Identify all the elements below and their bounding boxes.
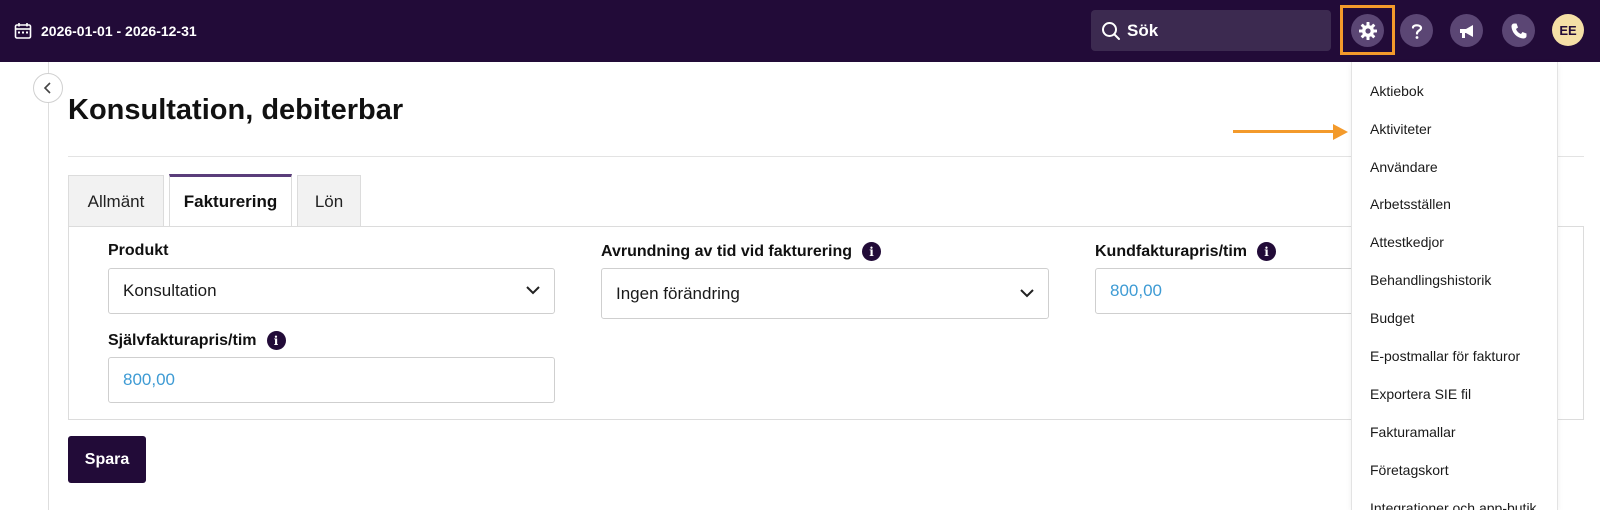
- collapse-sidebar-button[interactable]: [33, 73, 63, 103]
- menu-item-exportera-sie[interactable]: Exportera SIE fil: [1370, 386, 1471, 402]
- search-icon: [1102, 21, 1120, 40]
- top-bar: 2026-01-01 - 2026-12-31 Sök EE: [0, 0, 1600, 62]
- annotation-arrow: [1233, 130, 1337, 133]
- save-button[interactable]: Spara: [68, 436, 146, 483]
- product-value: Konsultation: [123, 281, 217, 300]
- product-label-text: Produkt: [108, 242, 169, 259]
- phone-button[interactable]: [1502, 14, 1535, 47]
- menu-item-attestkedjor[interactable]: Attestkedjor: [1370, 234, 1444, 250]
- help-button[interactable]: [1400, 14, 1433, 47]
- page-title: Konsultation, debiterbar: [68, 94, 404, 126]
- settings-button[interactable]: [1351, 14, 1384, 47]
- menu-item-behandlingshistorik[interactable]: Behandlingshistorik: [1370, 272, 1491, 288]
- menu-item-aktiviteter[interactable]: Aktiviteter: [1370, 121, 1431, 137]
- content-left-border: [48, 62, 49, 510]
- user-avatar[interactable]: EE: [1552, 14, 1584, 46]
- chevron-left-icon: [43, 82, 51, 94]
- search-placeholder: Sök: [1127, 20, 1159, 40]
- chevron-down-icon: [1020, 289, 1034, 298]
- self-price-label-text: Självfakturapris/tim: [108, 331, 257, 349]
- menu-item-fakturamallar[interactable]: Fakturamallar: [1370, 424, 1456, 440]
- rounding-label-text: Avrundning av tid vid fakturering: [601, 242, 852, 260]
- self-price-value: 800,00: [123, 370, 175, 389]
- rounding-label: Avrundning av tid vid fakturering i: [601, 242, 881, 261]
- megaphone-icon: [1459, 24, 1473, 38]
- menu-item-budget[interactable]: Budget: [1370, 310, 1414, 326]
- customer-price-input[interactable]: 800,00: [1095, 268, 1355, 314]
- date-range-label: 2026-01-01 - 2026-12-31: [41, 23, 197, 39]
- gear-icon: [1358, 21, 1377, 40]
- tab-fakturering[interactable]: Fakturering: [169, 174, 292, 227]
- customer-price-label: Kundfakturapris/tim i: [1095, 242, 1277, 261]
- annotation-arrow-head: [1333, 124, 1348, 140]
- customer-price-label-text: Kundfakturapris/tim: [1095, 242, 1248, 260]
- chevron-down-icon: [526, 286, 540, 295]
- self-price-label: Självfakturapris/tim i: [108, 331, 286, 350]
- customer-price-value: 800,00: [1110, 281, 1162, 300]
- announcements-button[interactable]: [1450, 14, 1483, 47]
- menu-item-foretagskort[interactable]: Företagskort: [1370, 462, 1449, 478]
- rounding-value: Ingen förändring: [616, 283, 740, 303]
- menu-item-integrationer[interactable]: Integrationer och app-butik: [1370, 500, 1537, 510]
- menu-item-e-postmallar[interactable]: E-postmallar för fakturor: [1370, 348, 1520, 364]
- tab-allmant[interactable]: Allmänt: [68, 175, 164, 227]
- settings-dropdown-menu: Aktiebok Aktiviteter Användare Arbetsstä…: [1351, 62, 1558, 510]
- menu-item-aktiebok[interactable]: Aktiebok: [1370, 83, 1424, 99]
- product-label: Produkt: [108, 242, 168, 260]
- search-input[interactable]: Sök: [1091, 10, 1331, 51]
- tab-lon[interactable]: Lön: [297, 175, 361, 227]
- product-select[interactable]: Konsultation: [108, 268, 555, 314]
- date-range-selector[interactable]: 2026-01-01 - 2026-12-31: [14, 18, 197, 44]
- menu-item-arbetsstallen[interactable]: Arbetsställen: [1370, 196, 1451, 212]
- help-icon: [1411, 23, 1422, 39]
- info-icon[interactable]: i: [1257, 242, 1277, 261]
- calendar-icon: [14, 23, 32, 39]
- phone-icon: [1511, 23, 1526, 38]
- info-icon[interactable]: i: [861, 242, 881, 261]
- info-icon[interactable]: i: [266, 331, 286, 350]
- menu-item-anvandare[interactable]: Användare: [1370, 159, 1438, 175]
- self-price-input[interactable]: 800,00: [108, 357, 555, 403]
- rounding-select[interactable]: Ingen förändring: [601, 268, 1049, 319]
